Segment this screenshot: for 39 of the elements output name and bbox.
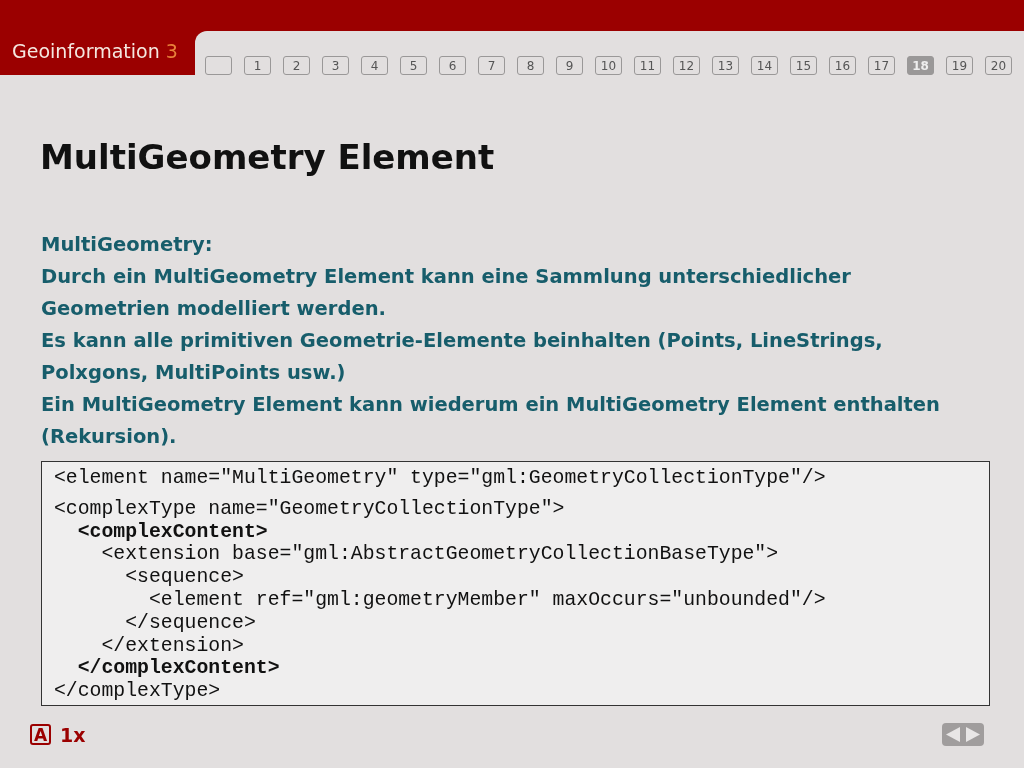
zoom-level: 1x: [60, 723, 86, 746]
code-line: <extension base="gml:AbstractGeometryCollectionBaseType">: [100, 543, 779, 567]
code-line: </extension>: [100, 634, 244, 658]
page-button[interactable]: 9: [556, 56, 583, 75]
page-button[interactable]: 5: [400, 56, 427, 75]
page-button[interactable]: [205, 56, 232, 75]
page-button[interactable]: 6: [439, 56, 466, 75]
page-button[interactable]: 13: [712, 56, 739, 75]
page-button[interactable]: 3: [322, 56, 349, 75]
page-button[interactable]: 19: [946, 56, 973, 75]
code-line: <sequence>: [124, 566, 244, 589]
code-line: <complexContent>: [76, 520, 268, 544]
page-button[interactable]: 4: [361, 56, 388, 75]
page-button[interactable]: 10: [595, 56, 622, 75]
slide-title: MultiGeometry Element: [40, 137, 496, 177]
course-title: Geoinformation 3: [12, 40, 178, 62]
code-line: <element name="MultiGeometry" type="gml:GeometryCollectionType"/>: [54, 467, 826, 490]
page-button[interactable]: 14: [751, 56, 778, 75]
page-button[interactable]: 11: [634, 56, 661, 75]
code-line: <element ref="gml:geometryMember" maxOccurs="unbounded"/>: [147, 589, 826, 612]
page-button[interactable]: 17: [868, 56, 895, 75]
body-text: Durch ein MultiGeometry Element kann eine Sammlung unterschiedlicher Geometrien modelliert werden.: [41, 264, 852, 322]
body-text: MultiGeometry:: [41, 232, 214, 258]
code-line: </sequence>: [124, 611, 256, 635]
code-line: <complexType name="GeometryCollectionType">: [54, 497, 565, 521]
page-button[interactable]: 1: [244, 56, 271, 75]
page-button[interactable]: 8: [517, 56, 544, 75]
prev-next-arrows-icon[interactable]: [942, 723, 984, 746]
page-button[interactable]: 12: [673, 56, 700, 75]
body-text: Es kann alle primitiven Geometrie-Elemente beinhalten (Points, LineStrings, Polxgons, MultiPoints usw.): [41, 328, 884, 386]
page-button[interactable]: 20: [985, 56, 1012, 75]
body-text: Ein MultiGeometry Element kann wiederum ein MultiGeometry Element enthalten (Rekursion).: [41, 392, 941, 450]
page-button[interactable]: 2: [283, 56, 310, 75]
code-line: </complexType>: [54, 680, 221, 703]
text-size-icon[interactable]: A: [30, 724, 51, 745]
code-line: </complexContent>: [76, 657, 280, 681]
page-button[interactable]: 15: [790, 56, 817, 75]
page-button[interactable]: 16: [829, 56, 856, 75]
page-button[interactable]: 7: [478, 56, 505, 75]
